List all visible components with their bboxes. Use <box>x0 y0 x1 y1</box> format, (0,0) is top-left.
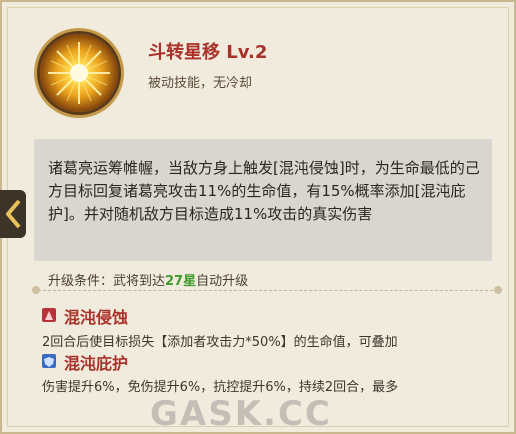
upgrade-star-requirement: 27星 <box>165 274 197 289</box>
skill-type: 被动技能，无冷却 <box>148 76 253 91</box>
watermark: GASK.CC <box>150 394 332 434</box>
divider-left-ornament <box>32 286 40 294</box>
upgrade-suffix: 自动升级 <box>196 274 249 289</box>
upgrade-condition: 升级条件：武将到达27星自动升级 <box>48 270 248 289</box>
divider-right-ornament <box>494 286 502 294</box>
upgrade-prefix: 升级条件：武将到达 <box>48 274 166 289</box>
effect-title-chaos-shield: 混沌庇护 <box>64 354 129 373</box>
chaos-erosion-icon <box>42 308 56 322</box>
sun-burst-icon <box>40 34 118 112</box>
effect-text-chaos-shield: 伤害提升6%，免伤提升6%，抗控提升6%，持续2回合，最多 <box>42 380 399 395</box>
skill-tooltip-panel: 斗转星移 Lv.2 被动技能，无冷却 诸葛亮运筹帷幄，当敌方身上触发[混沌侵蚀]… <box>0 0 516 434</box>
effect-title-chaos-erosion: 混沌侵蚀 <box>64 308 129 327</box>
chevron-left-icon[interactable] <box>3 198 25 230</box>
section-divider <box>38 290 498 291</box>
effect-text-chaos-erosion: 2回合后使目标损失【添加者攻击力*50%】的生命值，可叠加 <box>42 335 398 350</box>
skill-name: 斗转星移 Lv.2 <box>148 42 268 63</box>
skill-description: 诸葛亮运筹帷幄，当敌方身上触发[混沌侵蚀]时，为生命最低的己方目标回复诸葛亮攻击… <box>48 159 480 223</box>
chaos-shield-icon <box>42 354 56 368</box>
